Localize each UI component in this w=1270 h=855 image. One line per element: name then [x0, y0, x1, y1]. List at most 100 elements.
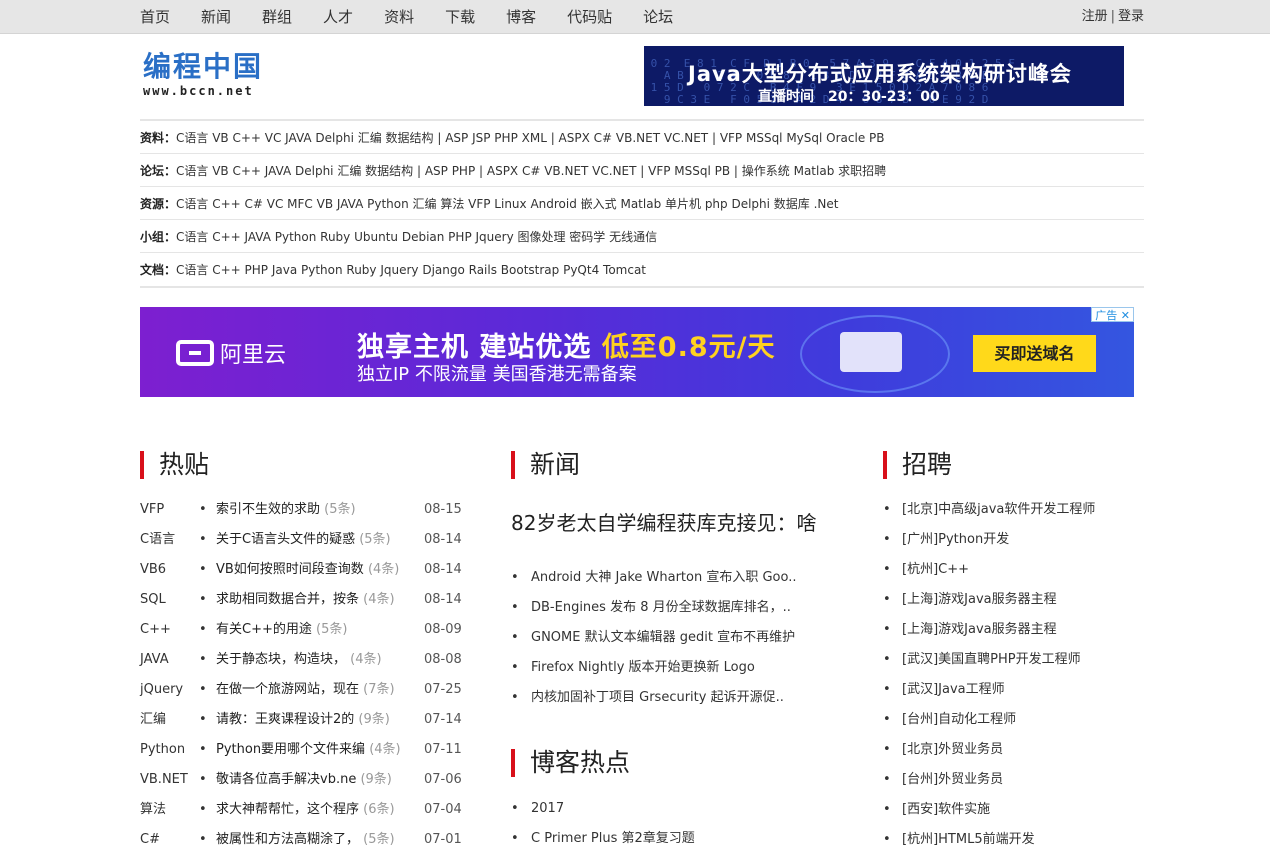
top-banner-time: 直播时间 20：30-23：00: [758, 89, 940, 105]
post-category[interactable]: C语言: [140, 525, 175, 555]
nav-code-paste[interactable]: 代码贴: [567, 0, 612, 34]
nav-resources[interactable]: 资料: [384, 0, 414, 34]
category-links-text[interactable]: C语言 C++ C# VC MFC VB JAVA Python 汇编 算法 V…: [176, 197, 838, 211]
logo-name: 编程中国: [143, 50, 264, 83]
post-title-link[interactable]: 有关C++的用途 (5条): [216, 615, 347, 645]
category-links-text[interactable]: C语言 VB C++ VC JAVA Delphi 汇编 数据结构 | ASP …: [176, 131, 884, 145]
post-title-link[interactable]: 敬请各位高手解决vb.ne (9条): [216, 765, 392, 795]
post-title-link[interactable]: 索引不生效的求助 (5条): [216, 495, 356, 525]
register-link[interactable]: 注册: [1082, 9, 1108, 24]
post-count: (5条): [316, 622, 348, 637]
post-title-link[interactable]: 求大神帮帮忙，这个程序 (6条): [216, 795, 395, 825]
list-item[interactable]: [西安]软件实施: [883, 795, 1143, 825]
post-category[interactable]: SQL: [140, 585, 166, 615]
news-headline[interactable]: 82岁老太自学编程获库克接见：啥: [511, 507, 816, 536]
category-links-text[interactable]: C语言 VB C++ JAVA Delphi 汇编 数据结构 | ASP PHP…: [176, 164, 886, 178]
list-item[interactable]: [杭州]HTML5前端开发: [883, 825, 1143, 855]
bullet: •: [199, 772, 207, 787]
post-category[interactable]: JAVA: [140, 645, 169, 675]
post-date: 07-04: [424, 802, 462, 817]
list-item[interactable]: C Primer Plus 第2章复习题: [511, 824, 831, 854]
post-title-link[interactable]: 被属性和方法高糊涂了， (5条): [216, 825, 395, 855]
ad-tag[interactable]: 广告 ✕: [1091, 307, 1134, 322]
list-item[interactable]: [台州]自动化工程师: [883, 705, 1143, 735]
nav-download[interactable]: 下载: [445, 0, 475, 34]
jobs-list: [北京]中高级java软件开发工程师 [广州]Python开发 [杭州]C++ …: [883, 495, 1143, 855]
ad-cta-button[interactable]: 买即送域名: [973, 335, 1096, 372]
post-category[interactable]: C++: [140, 615, 171, 645]
post-category[interactable]: VFP: [140, 495, 164, 525]
post-title-link[interactable]: VB如何按照时间段查询数 (4条): [216, 555, 399, 585]
post-title-link[interactable]: 关于静态块，构造块， (4条): [216, 645, 382, 675]
close-icon[interactable]: ✕: [1121, 309, 1130, 322]
list-item[interactable]: [广州]Python开发: [883, 525, 1143, 555]
hot-posts-list: VFP • 索引不生效的求助 (5条) 08-15 C语言 • 关于C语言头文件的疑惑 (…: [140, 495, 470, 855]
post-title-link[interactable]: 求助相同数据合并，按条 (4条): [216, 585, 395, 615]
list-item[interactable]: Firefox Nightly 版本开始更换新 Logo: [511, 653, 831, 683]
list-item[interactable]: [台州]外贸业务员: [883, 765, 1143, 795]
post-title: Python要用哪个文件来编: [216, 742, 366, 757]
post-date: 08-14: [424, 562, 462, 577]
bullet: •: [199, 652, 207, 667]
list-item[interactable]: [上海]游戏Java服务器主程: [883, 615, 1143, 645]
list-item[interactable]: [北京]外贸业务员: [883, 735, 1143, 765]
bullet: •: [199, 622, 207, 637]
category-links-text[interactable]: C语言 C++ JAVA Python Ruby Ubuntu Debian P…: [176, 230, 657, 244]
post-title: 关于静态块，构造块，: [216, 652, 347, 667]
list-item[interactable]: GNOME 默认文本编辑器 gedit 宣布不再维护: [511, 623, 831, 653]
post-title-link[interactable]: 请教：王爽课程设计2的 (9条): [216, 705, 390, 735]
aliyun-ad-banner[interactable]: 广告 ✕ 阿里云 独享主机 建站优选 低至0.8元/天 独立IP 不限流量 美国…: [140, 307, 1134, 397]
nav-news[interactable]: 新闻: [201, 0, 231, 34]
post-title-link[interactable]: Python要用哪个文件来编 (4条): [216, 735, 401, 765]
category-label: 小组：: [140, 230, 177, 244]
list-item[interactable]: [武汉]Java工程师: [883, 675, 1143, 705]
list-item[interactable]: Android 大神 Jake Wharton 宣布入职 Goo..: [511, 563, 831, 593]
nav-forum[interactable]: 论坛: [643, 0, 673, 34]
site-logo[interactable]: 编程中国 www.bccn.net: [143, 50, 283, 102]
list-item[interactable]: [北京]中高级java软件开发工程师: [883, 495, 1143, 525]
list-item[interactable]: [杭州]C++: [883, 555, 1143, 585]
post-category[interactable]: VB6: [140, 555, 166, 585]
ad-tag-label: 广告: [1095, 309, 1118, 322]
post-category[interactable]: Python: [140, 735, 185, 765]
post-date: 07-25: [424, 682, 462, 697]
list-item[interactable]: [武汉]美国直聘PHP开发工程师: [883, 645, 1143, 675]
bullet: •: [199, 802, 207, 817]
list-item[interactable]: 内核加固补丁项目 Grsecurity 起诉开源促..: [511, 683, 831, 713]
post-date: 08-08: [424, 652, 462, 667]
post-title: VB如何按照时间段查询数: [216, 562, 364, 577]
post-count: (9条): [358, 712, 390, 727]
post-category[interactable]: C#: [140, 825, 160, 855]
post-category[interactable]: jQuery: [140, 675, 183, 705]
nav-blog[interactable]: 博客: [506, 0, 536, 34]
post-category[interactable]: VB.NET: [140, 765, 188, 795]
post-title: 索引不生效的求助: [216, 502, 321, 517]
post-title-link[interactable]: 关于C语言头文件的疑惑 (5条): [216, 525, 391, 555]
list-item[interactable]: 2017: [511, 794, 831, 824]
ad-headline-main: 独享主机 建站优选: [357, 332, 602, 363]
category-links-text[interactable]: C语言 C++ PHP Java Python Ruby Jquery Djan…: [176, 263, 646, 277]
nav-groups[interactable]: 群组: [262, 0, 292, 34]
list-item[interactable]: [上海]游戏Java服务器主程: [883, 585, 1143, 615]
nav-talent[interactable]: 人才: [323, 0, 353, 34]
bullet: •: [199, 832, 207, 847]
post-count: (4条): [363, 592, 395, 607]
post-category[interactable]: 汇编: [140, 705, 166, 735]
bullet: •: [199, 502, 207, 517]
aliyun-brand: 阿里云: [220, 343, 287, 368]
top-nav-bar: 首页 新闻 群组 人才 资料 下载 博客 代码贴 论坛 注册 | 登录: [0, 0, 1270, 34]
ad-subtitle: 独立IP 不限流量 美国香港无需备案: [357, 364, 637, 385]
post-category[interactable]: 算法: [140, 795, 166, 825]
category-row-docs: 文档：C语言 C++ PHP Java Python Ruby Jquery D…: [140, 253, 1144, 286]
post-title: 求助相同数据合并，按条: [216, 592, 360, 607]
bullet: •: [199, 592, 207, 607]
login-link[interactable]: 登录: [1118, 9, 1144, 24]
post-title-link[interactable]: 在做一个旅游网站，现在 (7条): [216, 675, 395, 705]
server-icon: [840, 332, 902, 372]
top-banner-ad[interactable]: 0 2 E 8 1 C F D 1 B 0 5 7 A 3 9 C F 4 0 …: [644, 46, 1124, 106]
list-item[interactable]: DB-Engines 发布 8 月份全球数据库排名，..: [511, 593, 831, 623]
nav-home[interactable]: 首页: [140, 0, 170, 34]
category-row-downloads: 资源：C语言 C++ C# VC MFC VB JAVA Python 汇编 算…: [140, 187, 1144, 220]
section-heading-jobs: 招聘: [883, 451, 952, 479]
aliyun-icon: [176, 340, 214, 366]
